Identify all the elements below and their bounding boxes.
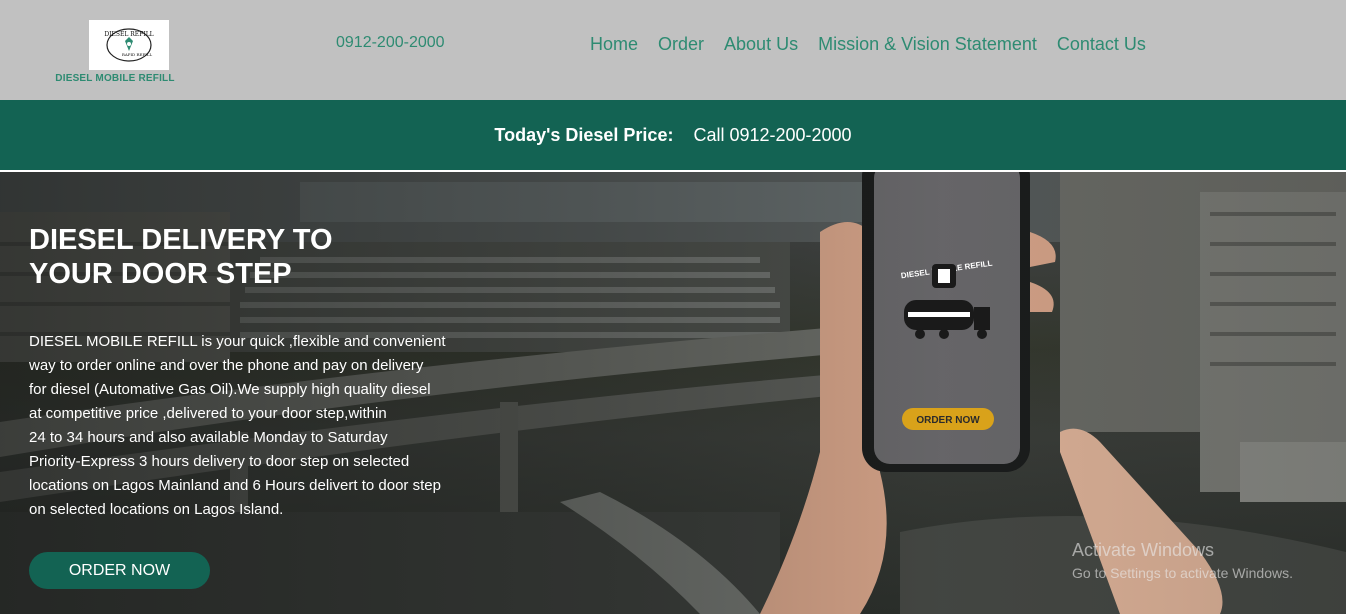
nav-mission-vision[interactable]: Mission & Vision Statement — [818, 34, 1037, 55]
price-value: Call 0912-200-2000 — [693, 124, 852, 145]
svg-text:DIESEL REFILL: DIESEL REFILL — [104, 31, 153, 38]
price-label: Today's Diesel Price: — [494, 124, 674, 145]
order-now-button[interactable]: ORDER NOW — [29, 552, 210, 589]
diesel-price-bar: Today's Diesel Price: Call 0912-200-2000 — [0, 100, 1346, 170]
svg-text:RAPID REFILL: RAPID REFILL — [122, 52, 153, 57]
hero-section: DIESEL MOBILE REFILL ORDER NOW DIESEL DE… — [0, 172, 1346, 614]
site-logo[interactable]: DIESEL REFILL RAPID REFILL — [89, 20, 169, 70]
activate-windows-watermark: Activate Windows Go to Settings to activ… — [1072, 540, 1293, 581]
hero-description: DIESEL MOBILE REFILL is your quick ,flex… — [29, 333, 446, 518]
nav-about-us[interactable]: About Us — [724, 34, 798, 55]
header-phone-number[interactable]: 0912-200-2000 — [336, 34, 445, 52]
logo-emblem-icon: DIESEL REFILL RAPID REFILL — [104, 28, 154, 62]
hero-title: DIESEL DELIVERY TO YOUR DOOR STEP — [29, 224, 333, 290]
nav-home[interactable]: Home — [590, 34, 638, 55]
logo-caption: DIESEL MOBILE REFILL — [55, 73, 175, 84]
main-nav: Home Order About Us Mission & Vision Sta… — [590, 34, 1146, 55]
phone-screen-app: DIESEL MOBILE REFILL ORDER NOW — [900, 259, 994, 430]
site-header: DIESEL REFILL RAPID REFILL DIESEL MOBILE… — [0, 0, 1346, 100]
nav-order[interactable]: Order — [658, 34, 704, 55]
svg-text:ORDER NOW: ORDER NOW — [916, 415, 980, 426]
nav-contact-us[interactable]: Contact Us — [1057, 34, 1146, 55]
